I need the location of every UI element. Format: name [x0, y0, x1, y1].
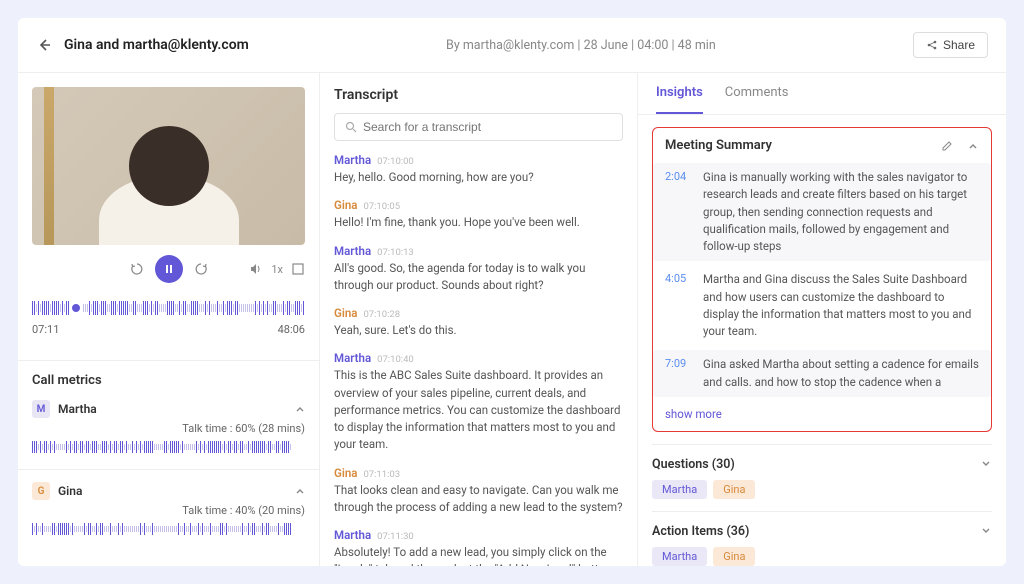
share-button[interactable]: Share — [913, 32, 988, 58]
summary-item[interactable]: 2:04 Gina is manually working with the sa… — [653, 163, 991, 261]
transcript-text: Yeah, sure. Let's do this. — [334, 322, 623, 339]
insights-column: Insights Comments Meeting Summary 2:04 Gi… — [638, 73, 1006, 566]
transcript-timestamp: 07:11:30 — [377, 531, 414, 542]
transcript-text: This is the ABC Sales Suite dashboard. I… — [334, 367, 623, 453]
progress-waveform[interactable] — [32, 297, 305, 319]
left-column: 1x 07:11 48:06 Call metrics M Martha Tal… — [18, 73, 320, 566]
summary-text: Gina is manually working with the sales … — [703, 169, 979, 255]
transcript-speaker: Martha — [334, 528, 371, 542]
playback-speed[interactable]: 1x — [271, 263, 283, 276]
player-controls: 1x — [32, 245, 305, 293]
transcript-timestamp: 07:10:28 — [363, 309, 400, 320]
call-metrics-heading: Call metrics — [32, 373, 305, 388]
transcript-speaker: Martha — [334, 244, 371, 258]
transcript-entry[interactable]: Gina 07:10:05 Hello! I'm fine, thank you. … — [334, 198, 623, 231]
transcript-entry[interactable]: Gina 07:10:28 Yeah, sure. Let's do this. — [334, 306, 623, 339]
accordion-title: Action Items (36) — [652, 524, 749, 539]
chevron-up-icon[interactable] — [967, 140, 979, 152]
insights-tabs: Insights Comments — [638, 73, 1006, 115]
transcript-list: Martha 07:10:00 Hey, hello. Good morning, … — [334, 153, 623, 566]
transcript-text: That looks clean and easy to navigate. C… — [334, 482, 623, 517]
transcript-speaker: Gina — [334, 198, 357, 212]
speaker-metric-gina: G Gina Talk time : 40% (20 mins) — [32, 482, 305, 551]
transcript-entry[interactable]: Gina 07:11:03 That looks clean and easy to… — [334, 466, 623, 517]
page-title: Gina and martha@klenty.com — [64, 37, 249, 53]
transcript-column: Transcript Martha 07:10:00 Hey, hello. Goo… — [320, 73, 638, 566]
pause-button[interactable] — [155, 255, 183, 283]
transcript-speaker: Gina — [334, 466, 357, 480]
transcript-text: Hey, hello. Good morning, how are you? — [334, 169, 623, 186]
summary-text: Martha and Gina discuss the Sales Suite … — [703, 271, 979, 340]
summary-timestamp[interactable]: 2:04 — [665, 169, 693, 255]
transcript-heading: Transcript — [334, 87, 623, 103]
tab-comments[interactable]: Comments — [725, 73, 789, 114]
speaker-chip[interactable]: Martha — [652, 547, 707, 566]
accordion-section[interactable]: Action Items (36) Martha Gina — [652, 511, 992, 566]
summary-item[interactable]: 4:05 Martha and Gina discuss the Sales Su… — [665, 271, 979, 340]
transcript-entry[interactable]: Martha 07:10:13 All's good. So, the agenda… — [334, 244, 623, 295]
transcript-entry[interactable]: Martha 07:10:40 This is the ABC Sales Suit… — [334, 351, 623, 453]
avatar: M — [32, 400, 50, 418]
search-icon — [345, 121, 357, 133]
speaker-chip[interactable]: Gina — [713, 547, 755, 566]
rewind-icon[interactable] — [129, 261, 145, 277]
summary-timestamp[interactable]: 7:09 — [665, 356, 693, 391]
header-bar: Gina and martha@klenty.com By martha@kle… — [18, 18, 1006, 73]
speaker-metric-martha: M Martha Talk time : 60% (28 mins) — [32, 400, 305, 469]
talk-time: Talk time : 40% (20 mins) — [32, 504, 305, 517]
tab-insights[interactable]: Insights — [656, 73, 703, 114]
transcript-entry[interactable]: Martha 07:11:30 Absolutely! To add a new l… — [334, 528, 623, 566]
speaker-name: Gina — [58, 484, 82, 498]
transcript-timestamp: 07:10:00 — [377, 156, 414, 167]
meeting-summary-card: Meeting Summary 2:04 Gina is manually wor… — [652, 127, 992, 432]
chevron-down-icon[interactable] — [980, 525, 992, 537]
forward-icon[interactable] — [193, 261, 209, 277]
total-time: 48:06 — [278, 323, 305, 336]
current-time: 07:11 — [32, 323, 59, 336]
summary-title: Meeting Summary — [665, 138, 772, 153]
chevron-up-icon[interactable] — [295, 486, 305, 496]
back-arrow-icon[interactable] — [36, 36, 54, 54]
transcript-timestamp: 07:10:13 — [377, 247, 414, 258]
share-icon — [926, 39, 938, 51]
video-player[interactable] — [32, 87, 305, 245]
fullscreen-icon[interactable] — [291, 262, 305, 276]
show-more-link[interactable]: show more — [665, 407, 979, 421]
accordion-title: Questions (30) — [652, 457, 735, 472]
search-input[interactable] — [363, 120, 612, 134]
transcript-timestamp: 07:11:03 — [363, 469, 400, 480]
speaker-chip[interactable]: Martha — [652, 480, 707, 499]
transcript-timestamp: 07:10:40 — [377, 354, 414, 365]
speaker-chip[interactable]: Gina — [713, 480, 755, 499]
transcript-speaker: Gina — [334, 306, 357, 320]
chevron-down-icon[interactable] — [980, 458, 992, 470]
speaker-waveform — [32, 521, 305, 537]
transcript-speaker: Martha — [334, 351, 371, 365]
accordion-section[interactable]: Questions (30) Martha Gina — [652, 444, 992, 511]
transcript-text: All's good. So, the agenda for today is … — [334, 260, 623, 295]
insights-body: Meeting Summary 2:04 Gina is manually wor… — [638, 115, 1006, 566]
summary-timestamp[interactable]: 4:05 — [665, 271, 693, 340]
main-body: 1x 07:11 48:06 Call metrics M Martha Tal… — [18, 73, 1006, 566]
summary-text: Gina asked Martha about setting a cadenc… — [703, 356, 979, 391]
speaker-waveform — [32, 439, 305, 455]
talk-time: Talk time : 60% (28 mins) — [32, 422, 305, 435]
avatar: G — [32, 482, 50, 500]
chevron-up-icon[interactable] — [295, 404, 305, 414]
transcript-text: Hello! I'm fine, thank you. Hope you've … — [334, 214, 623, 231]
app-window: Gina and martha@klenty.com By martha@kle… — [18, 18, 1006, 566]
time-display: 07:11 48:06 — [32, 323, 305, 336]
edit-icon[interactable] — [941, 140, 953, 152]
summary-item[interactable]: 7:09 Gina asked Martha about setting a ca… — [653, 350, 991, 397]
header-meta: By martha@klenty.com | 28 June | 04:00 |… — [249, 38, 913, 53]
transcript-timestamp: 07:10:05 — [363, 201, 400, 212]
transcript-text: Absolutely! To add a new lead, you simpl… — [334, 544, 623, 566]
volume-icon[interactable] — [249, 262, 263, 276]
transcript-entry[interactable]: Martha 07:10:00 Hey, hello. Good morning, … — [334, 153, 623, 186]
speaker-name: Martha — [58, 402, 97, 416]
transcript-search[interactable] — [334, 113, 623, 141]
transcript-speaker: Martha — [334, 153, 371, 167]
